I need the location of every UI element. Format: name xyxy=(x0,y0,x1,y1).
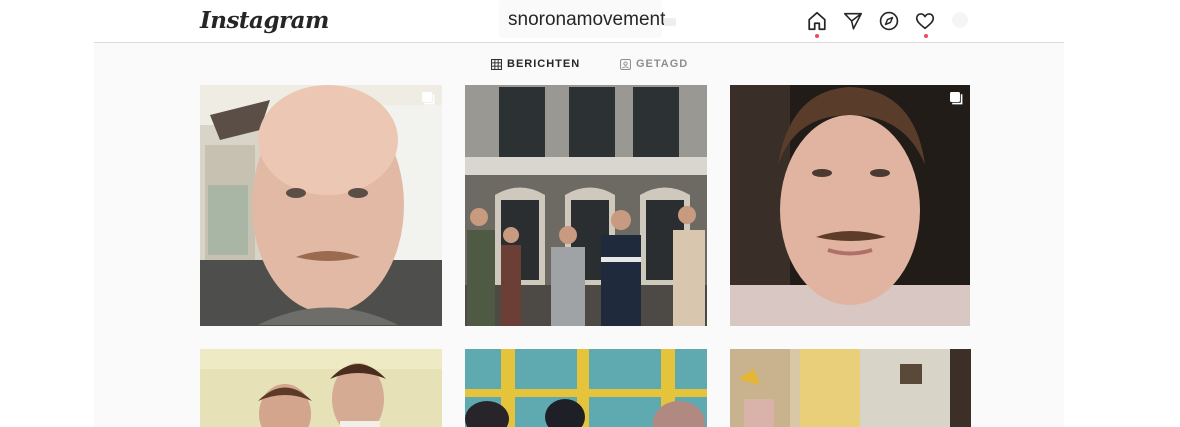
post-tile[interactable] xyxy=(465,85,707,326)
post-tile[interactable] xyxy=(730,85,970,326)
activity-notification-dot xyxy=(924,34,928,38)
tab-posts-label: BERICHTEN xyxy=(507,58,581,70)
tab-tagged[interactable]: GETAGD xyxy=(620,57,688,71)
grid-icon xyxy=(491,58,502,70)
post-image-group-building xyxy=(465,85,707,326)
post-image-two-men xyxy=(200,349,442,427)
multiple-photos-icon xyxy=(950,92,963,105)
post-image-room xyxy=(730,349,971,427)
explore-icon[interactable] xyxy=(878,10,900,32)
tagged-icon xyxy=(620,58,631,70)
activity-heart-icon[interactable] xyxy=(914,10,936,32)
multiple-photos-icon xyxy=(422,92,435,105)
direct-message-icon[interactable] xyxy=(842,10,864,32)
home-icon[interactable] xyxy=(806,10,828,32)
post-image-bald-man xyxy=(200,85,442,326)
instagram-logo[interactable]: Instagram xyxy=(200,7,329,34)
post-tile[interactable] xyxy=(730,349,971,427)
post-image-group-window xyxy=(465,349,707,427)
post-tile[interactable] xyxy=(200,349,442,427)
search-input[interactable]: snoronamovement xyxy=(508,9,665,31)
post-tile[interactable] xyxy=(200,85,442,326)
post-image-young-man xyxy=(730,85,970,326)
tab-posts[interactable]: BERICHTEN xyxy=(491,57,580,71)
tab-tagged-label: GETAGD xyxy=(636,58,689,70)
home-notification-dot xyxy=(815,34,819,38)
post-tile[interactable] xyxy=(465,349,707,427)
profile-avatar[interactable] xyxy=(952,12,968,28)
search-clear-icon[interactable] xyxy=(664,18,676,26)
